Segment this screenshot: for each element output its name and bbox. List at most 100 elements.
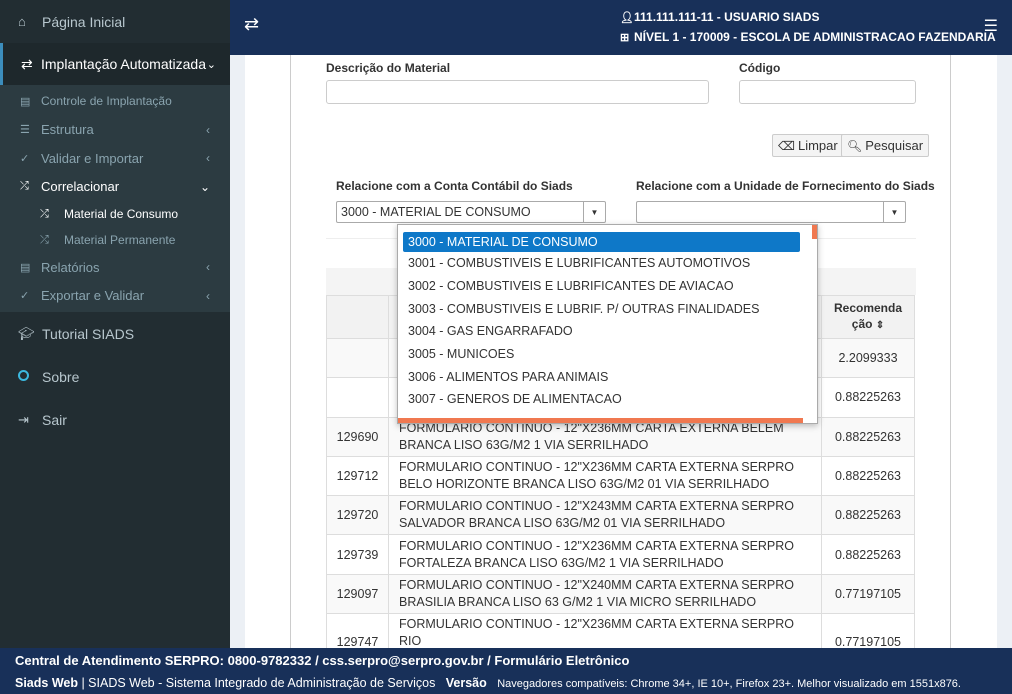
dropdown-option[interactable]: 3002 - COMBUSTIVEIS E LUBRIFICANTES DE A… [398, 275, 817, 298]
codigo-label: Código [739, 61, 781, 75]
cell-code: 129712 [326, 455, 389, 497]
sidebar-item-label: Material de Consumo [64, 207, 179, 221]
search-panel: Descrição do Material Código ⌫ Limpar 🔍︎ P… [290, 55, 951, 648]
sidebar-item-label: Sobre [42, 368, 80, 385]
cell-recomendacao: 0.88225263 [821, 495, 915, 536]
sidebar-item-implantacao[interactable]: ⇄ Implantação Automatizada ⌄ [0, 43, 230, 85]
sidebar-item-tutorial[interactable]: 🎓︎ Tutorial SIADS [0, 312, 230, 355]
rec-header-line2: ção [851, 317, 873, 331]
sidebar-item-label: Material Permanente [64, 233, 176, 247]
dropdown-scrollbar-horizontal[interactable] [398, 418, 803, 423]
table-row[interactable]: 129720 FORMULARIO CONTINUO - 12"X243MM CA… [326, 495, 915, 536]
pesquisar-label: Pesquisar [865, 138, 924, 153]
sidebar-item-label: Estrutura [41, 122, 94, 138]
sidebar-item-label: Implantação Automatizada [41, 56, 206, 72]
circle-icon [18, 369, 42, 384]
description-line: SALVADOR BRANCA LISO 63G/M2 01 VIA SERRI… [399, 516, 726, 531]
cell-code: 129097 [326, 573, 389, 615]
footer-info: Siads Web | SIADS Web - Sistema Integrad… [15, 676, 961, 690]
cell-recomendacao: 0.77197105 [821, 613, 915, 648]
sidebar-item-validar[interactable]: ✓ Validar e Importar ‹ [0, 144, 230, 173]
footer-brand: Siads Web [15, 676, 78, 690]
dropdown-option[interactable]: 3005 - MUNICOES [398, 343, 817, 366]
limpar-label: Limpar [797, 138, 838, 153]
sidebar-item-sair[interactable]: ⇥ Sair [0, 398, 230, 441]
dropdown-option[interactable]: 3000 - MATERIAL DE CONSUMO [403, 232, 800, 252]
level-info: ⊞ NÍVEL 1 - 170009 - ESCOLA DE ADMINISTRA… [620, 30, 996, 44]
list-icon: ▤ [20, 261, 31, 274]
sidebar-submenu: ▤ Controle de Implantação ☰ Estrutura ‹ … [0, 85, 230, 312]
user-icon: 👤︎ [620, 12, 634, 24]
cell-code: 129690 [326, 416, 389, 457]
conta-select[interactable]: 3000 - MATERIAL DE CONSUMO ▼ [336, 201, 606, 223]
cell-code [326, 337, 389, 379]
cell-recomendacao: 0.88225263 [821, 534, 915, 575]
main-content: Descrição do Material Código ⌫ Limpar 🔍︎ P… [230, 55, 1012, 648]
dropdown-option[interactable]: 3001 - COMBUSTIVEIS E LUBRIFICANTES AUTO… [398, 252, 817, 275]
graduation-cap-icon: 🎓︎ [18, 325, 35, 341]
sidebar-item-estrutura[interactable]: ☰ Estrutura ‹ [0, 116, 230, 145]
table-row[interactable]: 129739 FORMULARIO CONTINUO - 12"X236MM CA… [326, 534, 915, 575]
cell-recomendacao: 0.88225263 [821, 455, 915, 497]
dropdown-scrollbar-vertical[interactable] [812, 225, 817, 239]
dropdown-option[interactable]: 3007 - GENEROS DE ALIMENTACAO [398, 388, 817, 411]
cell-description: FORMULARIO CONTINUO - 12"X243MM CARTA EX… [388, 495, 822, 536]
dropdown-option[interactable]: 3004 - GAS ENGARRAFADO [398, 320, 817, 343]
footer: Central de Atendimento SERPRO: 0800-9782… [0, 648, 1012, 694]
codigo-input[interactable] [739, 80, 916, 104]
limpar-button[interactable]: ⌫ Limpar [772, 134, 844, 157]
description-line: FORMULARIO CONTINUO - 12"X240MM CARTA EX… [399, 577, 795, 592]
list-icon: ▤ [20, 95, 31, 108]
description-line: FORMULARIO CONTINUO - 12"X236MM CARTA EX… [399, 538, 795, 553]
home-icon: ⌂ [18, 14, 26, 29]
sort-icon: ⇕ [875, 320, 885, 331]
sidebar-item-label: Tutorial SIADS [42, 325, 135, 342]
dropdown-option[interactable]: 3006 - ALIMENTOS PARA ANIMAIS [398, 365, 817, 388]
random-icon: ⤮ [40, 233, 49, 246]
sidebar-item-label: Validar e Importar [41, 150, 144, 166]
caret-down-icon: ▼ [883, 202, 905, 222]
table-row[interactable]: 129097 FORMULARIO CONTINUO - 12"X240MM CA… [326, 573, 915, 615]
description-line: FORMULARIO CONTINUO - 12"X243MM CARTA EX… [399, 499, 795, 514]
col-code-header[interactable] [326, 295, 389, 339]
cell-code: 129720 [326, 495, 389, 536]
descricao-input[interactable] [326, 80, 709, 104]
sidebar-item-exportar[interactable]: ✓ Exportar e Validar ‹ [0, 282, 230, 311]
cell-description: FORMULARIO CONTINUO - 12"X240MM CARTA EX… [388, 573, 822, 615]
table-row[interactable]: 129747 FORMULARIO CONTINUO - 12"X236MM CA… [326, 613, 915, 648]
cell-description: FORMULARIO CONTINUO - 12"X236MM CARTA EX… [388, 534, 822, 575]
cell-code [326, 377, 389, 418]
tasks-icon: ☰ [20, 124, 30, 137]
description-line: FORTALEZA BRANCA LISO 63G/M2 1 VIA SERRI… [399, 555, 724, 570]
thumbs-up-icon: ✓ [20, 290, 30, 303]
random-icon: ⤮ [40, 207, 49, 220]
description-line: BELO HORIZONTE BRANCA LISO 63G/M2 01 VIA… [399, 477, 770, 492]
sidebar-item-consumo[interactable]: ⤮ Material de Consumo [0, 201, 230, 227]
sidebar-item-sobre[interactable]: Sobre [0, 355, 230, 398]
cell-code: 129739 [326, 534, 389, 575]
chevron-left-icon: ‹ [206, 122, 210, 137]
description-line: FORMULARIO CONTINUO - 12"X236MM CARTA EX… [399, 460, 795, 475]
conta-select-value: 3000 - MATERIAL DE CONSUMO [341, 205, 531, 219]
menu-icon[interactable]: ☰ [984, 16, 998, 36]
sidebar-item-permanente[interactable]: ⤮ Material Permanente [0, 227, 230, 253]
dropdown-option[interactable]: 3003 - COMBUSTIVEIS E LUBRIF. P/ OUTRAS … [398, 297, 817, 320]
sidebar-item-relatorios[interactable]: ▤ Relatórios ‹ [0, 253, 230, 282]
user-name: 111.111.111-11 - USUARIO SIADS [634, 10, 820, 24]
footer-versao[interactable]: Versão [446, 676, 487, 690]
cell-recomendacao: 2.2099333 [821, 337, 915, 379]
col-recomendacao-header[interactable]: Recomenda ção ⇕ [821, 295, 915, 339]
unidade-select[interactable]: ▼ [636, 201, 906, 223]
sidebar-item-home[interactable]: ⌂ Página Inicial [0, 0, 230, 43]
caret-down-icon: ▼ [583, 202, 605, 222]
pesquisar-button[interactable]: 🔍︎ Pesquisar [841, 134, 930, 157]
sidebar-item-controle[interactable]: ▤ Controle de Implantação [0, 87, 230, 116]
cell-description: FORMULARIO CONTINUO - 12"X236MM CARTA EX… [388, 613, 822, 648]
table-row[interactable]: 129712 FORMULARIO CONTINUO - 12"X236MM CA… [326, 455, 915, 497]
sidebar-item-correlacionar[interactable]: ⤮ Correlacionar ⌄ [0, 173, 230, 202]
sidebar-toggle-icon[interactable]: ⇄ [244, 14, 259, 35]
unidade-label: Relacione com a Unidade de Fornecimento … [636, 179, 935, 193]
content-box: Descrição do Material Código ⌫ Limpar 🔍︎ P… [245, 55, 997, 648]
cell-description: FORMULARIO CONTINUO - 12"X236MM CARTA EX… [388, 455, 822, 497]
chevron-left-icon: ‹ [206, 288, 210, 303]
